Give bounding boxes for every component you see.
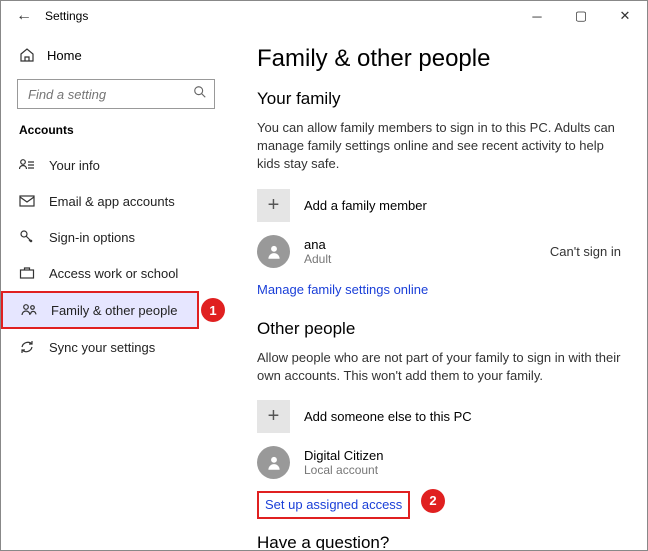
other-user-row[interactable]: Digital Citizen Local account [257,445,621,481]
other-description: Allow people who are not part of your fa… [257,349,621,385]
search-input[interactable] [17,79,215,109]
window-title: Settings [45,9,88,23]
section-title-family: Your family [257,89,621,109]
annotation-badge-2: 2 [421,489,445,513]
family-member-row[interactable]: ana Adult Can't sign in [257,234,621,270]
sidebar-group-header: Accounts [1,119,231,147]
annotation-badge-1: 1 [201,298,225,322]
sidebar-item-label: Email & app accounts [49,194,175,209]
sync-icon [19,339,35,355]
home-icon [19,47,35,63]
search-icon [193,85,207,104]
sidebar-item-label: Sync your settings [49,340,155,355]
plus-icon: + [257,400,290,433]
manage-family-link[interactable]: Manage family settings online [257,282,428,297]
avatar [257,235,290,268]
sidebar-item-family-other-people[interactable]: Family & other people [1,291,199,329]
add-someone-else-label: Add someone else to this PC [304,409,472,424]
add-someone-else-button[interactable]: + Add someone else to this PC [257,399,621,435]
add-family-member-button[interactable]: + Add a family member [257,188,621,224]
page-title: Family & other people [257,45,621,73]
sidebar-item-email-accounts[interactable]: Email & app accounts [1,183,231,219]
family-member-role: Adult [304,252,550,266]
other-user-name: Digital Citizen [304,448,621,463]
maximize-button[interactable]: ▢ [559,1,603,31]
back-button[interactable]: ← [9,1,39,31]
question-heading: Have a question? [257,533,621,550]
family-description: You can allow family members to sign in … [257,119,621,174]
plus-icon: + [257,189,290,222]
avatar [257,446,290,479]
add-family-member-label: Add a family member [304,198,427,213]
sidebar-item-label: Your info [49,158,100,173]
family-member-status: Can't sign in [550,244,621,259]
nav-home-label: Home [47,48,82,63]
briefcase-icon [19,265,35,281]
close-button[interactable]: ✕ [603,1,647,31]
people-icon [21,302,37,318]
sidebar-item-sync-settings[interactable]: Sync your settings [1,329,231,365]
assigned-access-link[interactable]: Set up assigned access [265,497,402,512]
section-title-other: Other people [257,319,621,339]
sidebar-item-label: Sign-in options [49,230,135,245]
sidebar-item-label: Access work or school [49,266,178,281]
sidebar-item-access-work-school[interactable]: Access work or school [1,255,231,291]
family-member-name: ana [304,237,550,252]
minimize-button[interactable]: ─ [515,1,559,31]
sidebar-item-your-info[interactable]: Your info [1,147,231,183]
other-user-role: Local account [304,463,621,477]
sidebar-item-label: Family & other people [51,303,177,318]
nav-home[interactable]: Home [1,37,231,73]
sidebar-item-signin-options[interactable]: Sign-in options [1,219,231,255]
key-icon [19,229,35,245]
user-info-icon [19,157,35,173]
mail-icon [19,193,35,209]
